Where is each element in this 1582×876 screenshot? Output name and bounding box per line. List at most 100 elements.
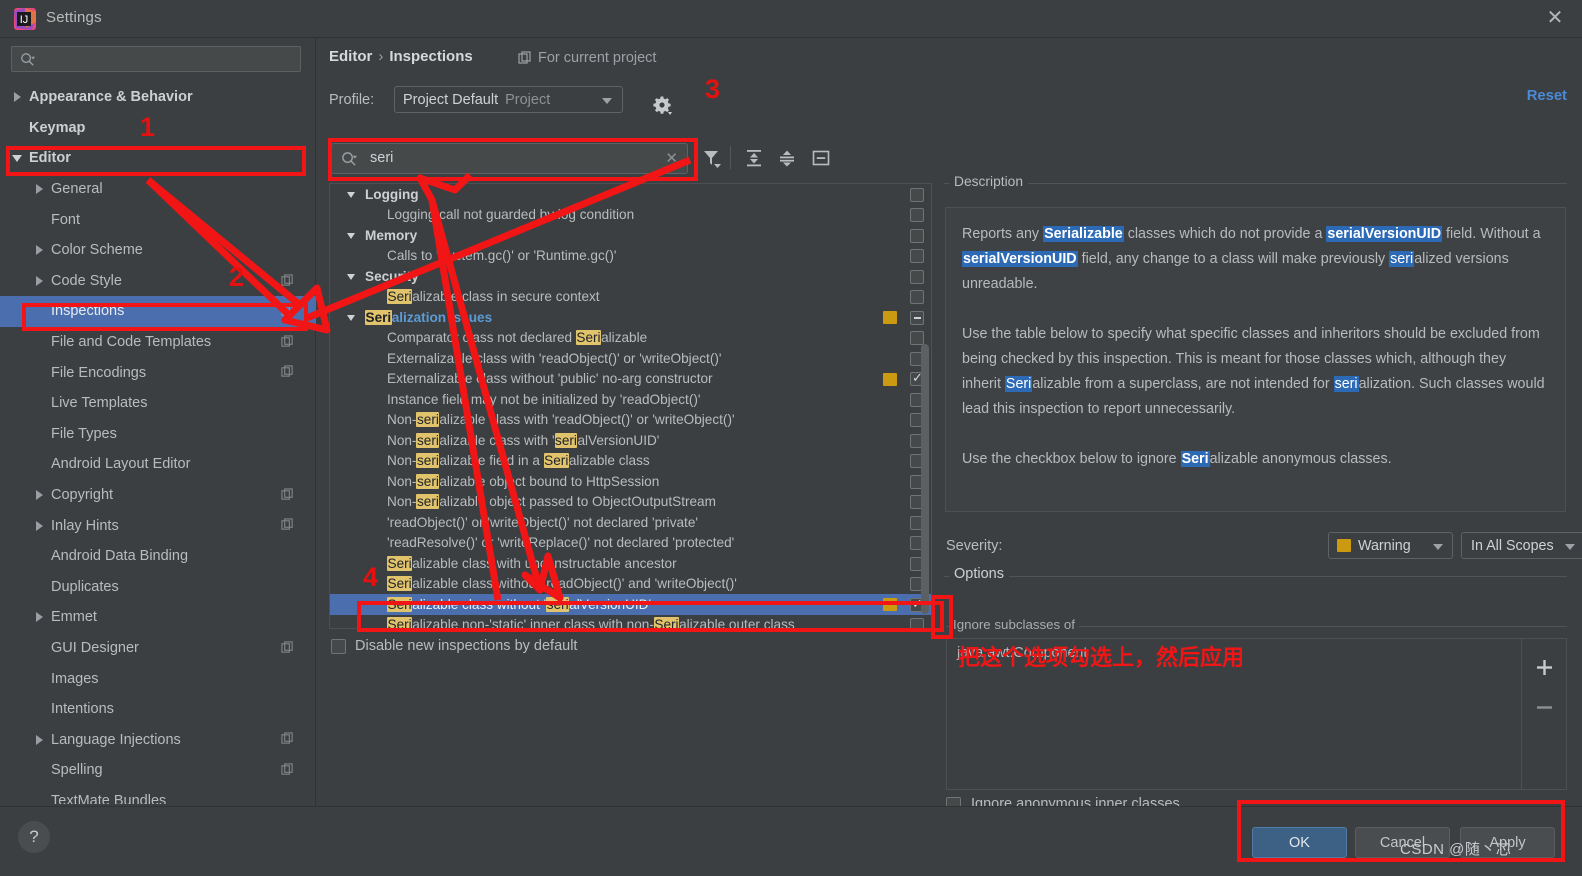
sidebar-item-inspections[interactable]: Inspections — [0, 296, 316, 327]
severity-dropdown[interactable]: Warning — [1328, 532, 1453, 559]
sidebar-item-spelling[interactable]: Spelling — [0, 755, 316, 786]
chevron-right-icon[interactable] — [34, 275, 46, 287]
inspections-list-scrollbar[interactable] — [921, 344, 929, 614]
sidebar-item-label: Intentions — [51, 701, 114, 718]
inspections-list[interactable]: Logging Logging call not guarded by log c… — [329, 183, 932, 629]
reset-link[interactable]: Reset — [1527, 88, 1567, 104]
inspection-row[interactable]: Non-serializable object passed to Object… — [330, 492, 931, 513]
inspection-row[interactable]: Non-serializable class with 'readObject(… — [330, 410, 931, 431]
chevron-right-icon[interactable] — [34, 489, 46, 501]
sidebar-item-editor[interactable]: Editor — [0, 143, 316, 174]
inspection-checkbox[interactable] — [910, 331, 924, 345]
inspection-row[interactable]: Externalizable class without 'public' no… — [330, 369, 931, 390]
inspection-row[interactable]: Serializable class with unconstructable … — [330, 553, 931, 574]
sidebar-item-inlay-hints[interactable]: Inlay Hints — [0, 510, 316, 541]
description-panel: Description Reports any Serializable cla… — [944, 174, 1567, 513]
sidebar-item-color-scheme[interactable]: Color Scheme — [0, 235, 316, 266]
inspection-row[interactable]: Logging call not guarded by log conditio… — [330, 205, 931, 226]
chevron-down-icon[interactable] — [347, 313, 357, 323]
sidebar-item-gui-designer[interactable]: GUI Designer — [0, 633, 316, 664]
inspection-row[interactable]: Serializable class without 'readObject()… — [330, 574, 931, 595]
inspection-row[interactable]: Serializable class without 'serialVersio… — [330, 594, 931, 615]
chevron-right-icon[interactable] — [34, 520, 46, 532]
sidebar-item-android-layout-editor[interactable]: Android Layout Editor — [0, 449, 316, 480]
sidebar-item-android-data-binding[interactable]: Android Data Binding — [0, 541, 316, 572]
inspection-row[interactable]: Non-serializable class with 'serialVersi… — [330, 430, 931, 451]
sidebar-item-appearance-behavior[interactable]: Appearance & Behavior — [0, 82, 316, 113]
sidebar-item-images[interactable]: Images — [0, 663, 316, 694]
inspection-label: Non-serializable object passed to Object… — [387, 494, 716, 510]
inspection-checkbox[interactable] — [910, 208, 924, 222]
collapse-all-icon[interactable] — [776, 147, 798, 169]
inspection-row[interactable]: 'readResolve()' or 'writeReplace()' not … — [330, 533, 931, 554]
dialog-footer: ? OK Cancel Apply — [0, 806, 1582, 876]
chevron-right-icon[interactable] — [34, 183, 46, 195]
sidebar-item-language-injections[interactable]: Language Injections — [0, 724, 316, 755]
close-icon[interactable]: ✕ — [1544, 8, 1566, 30]
scope-dropdown[interactable]: In All Scopes — [1461, 532, 1582, 559]
chevron-down-icon[interactable] — [12, 152, 24, 164]
sidebar-item-file-types[interactable]: File Types — [0, 419, 316, 450]
sidebar-item-textmate-bundles[interactable]: TextMate Bundles — [0, 786, 316, 804]
inspection-row[interactable]: Calls to 'System.gc()' or 'Runtime.gc()' — [330, 246, 931, 267]
chevron-right-icon[interactable] — [34, 611, 46, 623]
inspection-checkbox[interactable] — [910, 228, 924, 243]
sidebar-item-font[interactable]: Font — [0, 204, 316, 235]
inspection-checkbox[interactable] — [910, 187, 924, 202]
chevron-right-icon[interactable] — [12, 91, 24, 103]
inspection-label: Logging call not guarded by log conditio… — [387, 207, 635, 223]
inspection-checkbox[interactable] — [910, 249, 924, 263]
inspection-search-input[interactable]: seri ✕ — [331, 143, 688, 174]
inspection-checkbox[interactable] — [910, 618, 924, 628]
inspection-group-row[interactable]: Memory — [330, 225, 931, 246]
sidebar-item-general[interactable]: General — [0, 174, 316, 205]
ok-button[interactable]: OK — [1252, 827, 1347, 858]
inspection-checkbox[interactable] — [910, 310, 924, 325]
sidebar-item-copyright[interactable]: Copyright — [0, 480, 316, 511]
plus-icon[interactable] — [1536, 659, 1553, 676]
sidebar-item-file-and-code-templates[interactable]: File and Code Templates — [0, 327, 316, 358]
inspection-group-row[interactable]: Logging — [330, 184, 931, 205]
inspection-group-row[interactable]: Serialization issues — [330, 307, 931, 328]
inspection-checkbox[interactable] — [910, 290, 924, 304]
sidebar-item-label: File and Code Templates — [51, 334, 212, 351]
chevron-right-icon[interactable] — [34, 734, 46, 746]
inspection-row[interactable]: Serializable non-'static' inner class wi… — [330, 615, 931, 628]
inspection-row[interactable]: Comparator class not declared Serializab… — [330, 328, 931, 349]
list-item[interactable]: java.awt.Component — [947, 639, 1521, 667]
sidebar-item-duplicates[interactable]: Duplicates — [0, 572, 316, 603]
chevron-down-icon[interactable] — [347, 231, 357, 241]
inspection-row[interactable]: 'readObject()' or 'writeObject()' not de… — [330, 512, 931, 533]
inspection-row[interactable]: Externalizable class with 'readObject()'… — [330, 348, 931, 369]
profile-dropdown[interactable]: Project Default Project — [394, 86, 623, 113]
ignore-subclasses-list[interactable]: java.awt.Component — [946, 638, 1522, 790]
chevron-down-icon[interactable] — [347, 190, 357, 200]
gear-icon[interactable] — [652, 95, 672, 115]
inspection-row[interactable]: Non-serializable object bound to HttpSes… — [330, 471, 931, 492]
description-paragraph-1: Reports any Serializable classes which d… — [962, 226, 1541, 292]
inspection-checkbox[interactable] — [910, 269, 924, 284]
sidebar-item-code-style[interactable]: Code Style — [0, 266, 316, 297]
inspection-row[interactable]: Serializable class in secure context — [330, 287, 931, 308]
inspection-row[interactable]: Instance field may not be initialized by… — [330, 389, 931, 410]
breadcrumb-root[interactable]: Editor — [329, 48, 372, 65]
help-button[interactable]: ? — [18, 821, 50, 853]
inspection-label: Non-serializable field in a Serializable… — [387, 453, 650, 469]
chevron-right-icon[interactable] — [34, 244, 46, 256]
sidebar-item-emmet[interactable]: Emmet — [0, 602, 316, 633]
sidebar-search-input[interactable] — [11, 46, 301, 72]
clear-icon[interactable]: ✕ — [665, 149, 678, 167]
inspection-row[interactable]: Non-serializable field in a Serializable… — [330, 451, 931, 472]
filter-icon[interactable] — [700, 147, 722, 169]
chevron-down-icon[interactable] — [347, 272, 357, 282]
sidebar-item-intentions[interactable]: Intentions — [0, 694, 316, 725]
toggle-panel-icon[interactable] — [810, 147, 832, 169]
sidebar-item-file-encodings[interactable]: File Encodings — [0, 357, 316, 388]
sidebar-item-live-templates[interactable]: Live Templates — [0, 388, 316, 419]
minus-icon[interactable] — [1536, 699, 1553, 716]
inspection-group-row[interactable]: Security — [330, 266, 931, 287]
sidebar-item-keymap[interactable]: Keymap — [0, 113, 316, 144]
disable-new-inspections-checkbox[interactable]: Disable new inspections by default — [331, 638, 577, 654]
expand-all-icon[interactable] — [743, 147, 765, 169]
